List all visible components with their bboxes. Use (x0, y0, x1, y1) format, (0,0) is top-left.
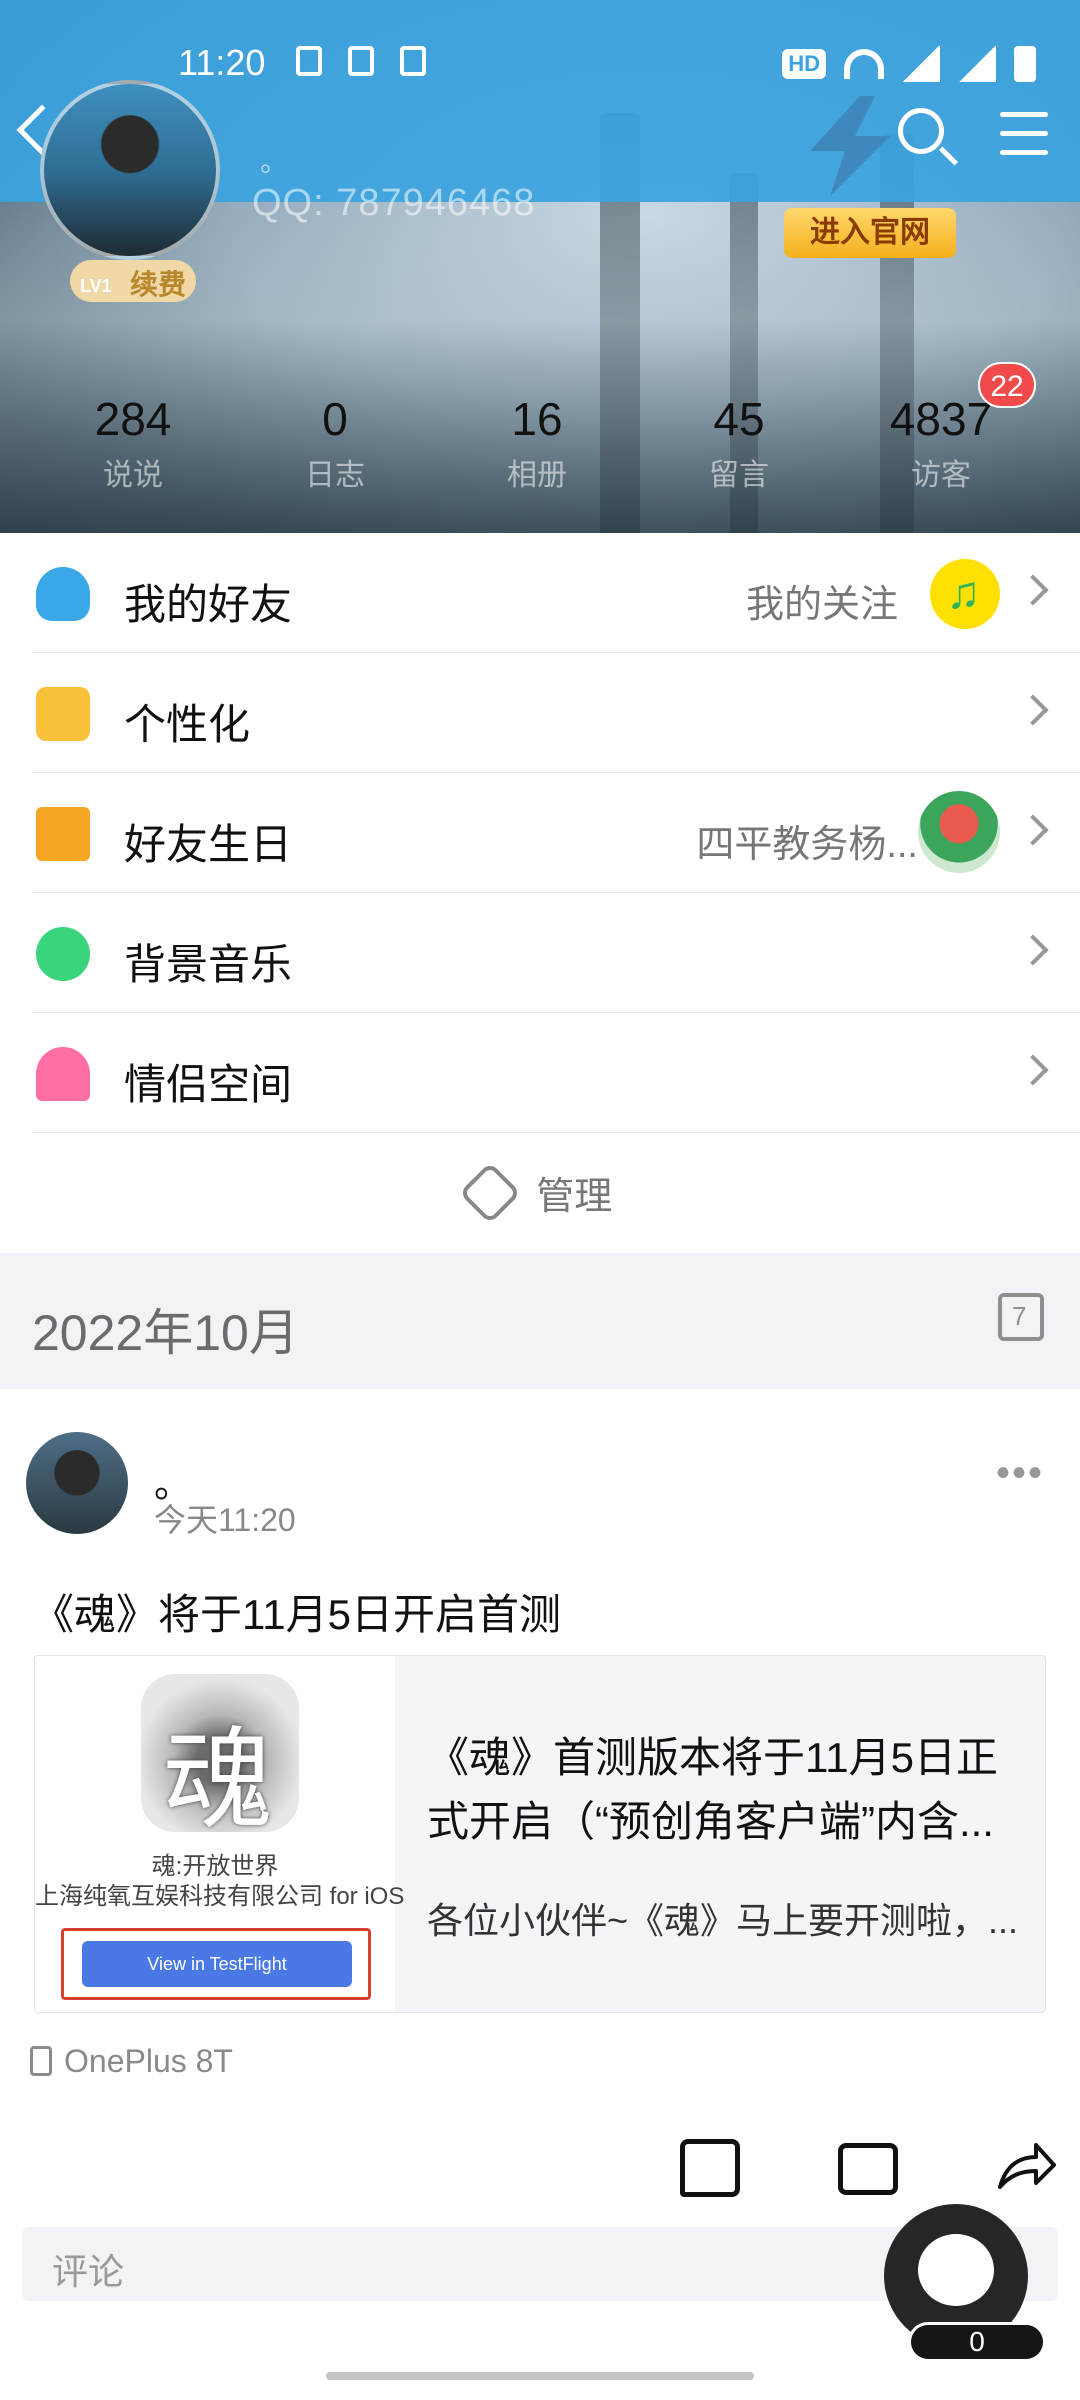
calendar-icon[interactable] (998, 1293, 1044, 1341)
menu-icon[interactable] (1000, 112, 1048, 156)
heart-icon (36, 1047, 90, 1101)
more-options-icon[interactable]: ••• (996, 1451, 1044, 1496)
image-icon (400, 46, 426, 76)
menu-item-friends[interactable]: 我的好友 我的关注 (32, 533, 1080, 653)
menu-item-label: 个性化 (124, 701, 251, 748)
app-icon-glyph: 魂 (163, 1719, 273, 1842)
cake-icon (36, 807, 90, 861)
search-icon[interactable] (898, 108, 944, 154)
signal-icon (902, 46, 940, 82)
download-icon (348, 46, 374, 76)
comment-icon[interactable] (838, 2143, 898, 2195)
date-text: 2022年10月 (32, 1305, 299, 1361)
card-description: 各位小伙伴~《魂》马上要开测啦，... (427, 1900, 1019, 1941)
like-icon[interactable] (680, 2139, 740, 2197)
link-card[interactable]: 魂 魂:开放世界 上海纯氧互娱科技有限公司 for iOS View in Te… (34, 1655, 1046, 2013)
music-icon (36, 927, 90, 981)
stat-label: 相册 (507, 459, 567, 492)
tshirt-icon (36, 687, 90, 741)
friend-avatar (918, 791, 1000, 873)
phone-icon (30, 2046, 52, 2076)
testflight-highlight: View in TestFlight (61, 1928, 371, 2000)
chevron-right-icon (1017, 814, 1049, 846)
stat-value: 45 (713, 393, 765, 445)
date-header: 2022年10月 (0, 1253, 1080, 1389)
share-icon[interactable] (996, 2141, 1058, 2191)
chevron-right-icon (1017, 574, 1049, 606)
post-avatar[interactable] (26, 1432, 128, 1534)
stat-message[interactable]: 45 留言 (638, 392, 840, 494)
download-icon (296, 46, 322, 76)
app-icon: 魂 (141, 1674, 299, 1842)
hexagon-icon (458, 1161, 521, 1225)
menu-item-label: 好友生日 (124, 821, 293, 868)
level-text: LV1 (80, 276, 112, 296)
floating-count: 0 (908, 2322, 1046, 2362)
post-actions (0, 2119, 1080, 2219)
profile-header: 11:20 HD LV1 续费 。 QQ: 787946468 进入官网 284… (0, 0, 1080, 533)
menu-item-right-text: 我的关注 (745, 584, 898, 626)
menu-item-label: 背景音乐 (124, 941, 293, 988)
status-time: 11:20 (178, 42, 266, 83)
battery-icon (1014, 46, 1036, 82)
stat-label: 留言 (709, 459, 769, 492)
menu-item-music[interactable]: 背景音乐 (32, 893, 1080, 1013)
profile-menu: 我的好友 我的关注 个性化 好友生日 四平教务杨... 背景音乐 情侣空间 (0, 533, 1080, 1133)
menu-item-personalize[interactable]: 个性化 (32, 653, 1080, 773)
status-system-icons: HD (782, 46, 1036, 82)
chevron-right-icon (1017, 1054, 1049, 1086)
stat-label: 日志 (305, 459, 365, 492)
wifi-icon (844, 49, 884, 79)
post-time: 今天11:20 (154, 1502, 296, 1538)
chevron-right-icon (1017, 934, 1049, 966)
visitor-count-badge: 22 (978, 362, 1036, 408)
card-thumbnail: 魂 魂:开放世界 上海纯氧互娱科技有限公司 for iOS View in Te… (35, 1656, 404, 2012)
smiley-icon (918, 2234, 994, 2306)
official-site-button[interactable]: 进入官网 (784, 208, 956, 258)
stats-row: 284 说说 0 日志 16 相册 45 留言 4837 访客 (0, 392, 1080, 494)
stat-album[interactable]: 16 相册 (436, 392, 638, 494)
stat-label: 说说 (103, 459, 163, 492)
menu-item-label: 情侣空间 (124, 1061, 293, 1108)
card-title: 《魂》首测版本将于11月5日正式开启（“预创角客户端”内含... (427, 1734, 998, 1845)
comment-placeholder: 评论 (52, 2251, 125, 2292)
qq-music-icon (930, 559, 1000, 629)
stat-value: 284 (94, 393, 172, 445)
device-name: OnePlus 8T (64, 2043, 233, 2079)
device-label: OnePlus 8T (30, 2043, 233, 2080)
menu-item-birthday[interactable]: 好友生日 四平教务杨... (32, 773, 1080, 893)
menu-item-right-text: 四平教务杨... (696, 824, 918, 866)
avatar[interactable] (40, 80, 220, 260)
menu-item-label: 我的好友 (124, 581, 293, 628)
app-company: 上海纯氧互娱科技有限公司 for iOS (35, 1883, 405, 1910)
stat-value: 16 (511, 393, 563, 445)
stat-shuoshuo[interactable]: 284 说说 (32, 392, 234, 494)
hd-icon: HD (782, 49, 826, 79)
stat-blog[interactable]: 0 日志 (234, 392, 436, 494)
manage-label: 管理 (536, 1175, 613, 1218)
manage-button[interactable]: 管理 (0, 1133, 1080, 1253)
testflight-button: View in TestFlight (82, 1941, 352, 1987)
stat-value: 0 (322, 393, 348, 445)
renew-button[interactable]: 续费 (130, 263, 186, 303)
home-indicator[interactable] (326, 2372, 754, 2380)
signal-icon (958, 46, 996, 82)
lightning-icon (810, 96, 890, 196)
profile-name: 。 (260, 146, 289, 177)
chevron-right-icon (1017, 694, 1049, 726)
post-text: 《魂》将于11月5日开启首测 (32, 1591, 561, 1638)
status-notification-icons (296, 46, 426, 76)
stat-label: 访客 (911, 459, 971, 492)
friend-icon (36, 567, 90, 621)
qq-number: QQ: 787946468 (252, 182, 536, 224)
menu-item-couple[interactable]: 情侣空间 (32, 1013, 1080, 1133)
